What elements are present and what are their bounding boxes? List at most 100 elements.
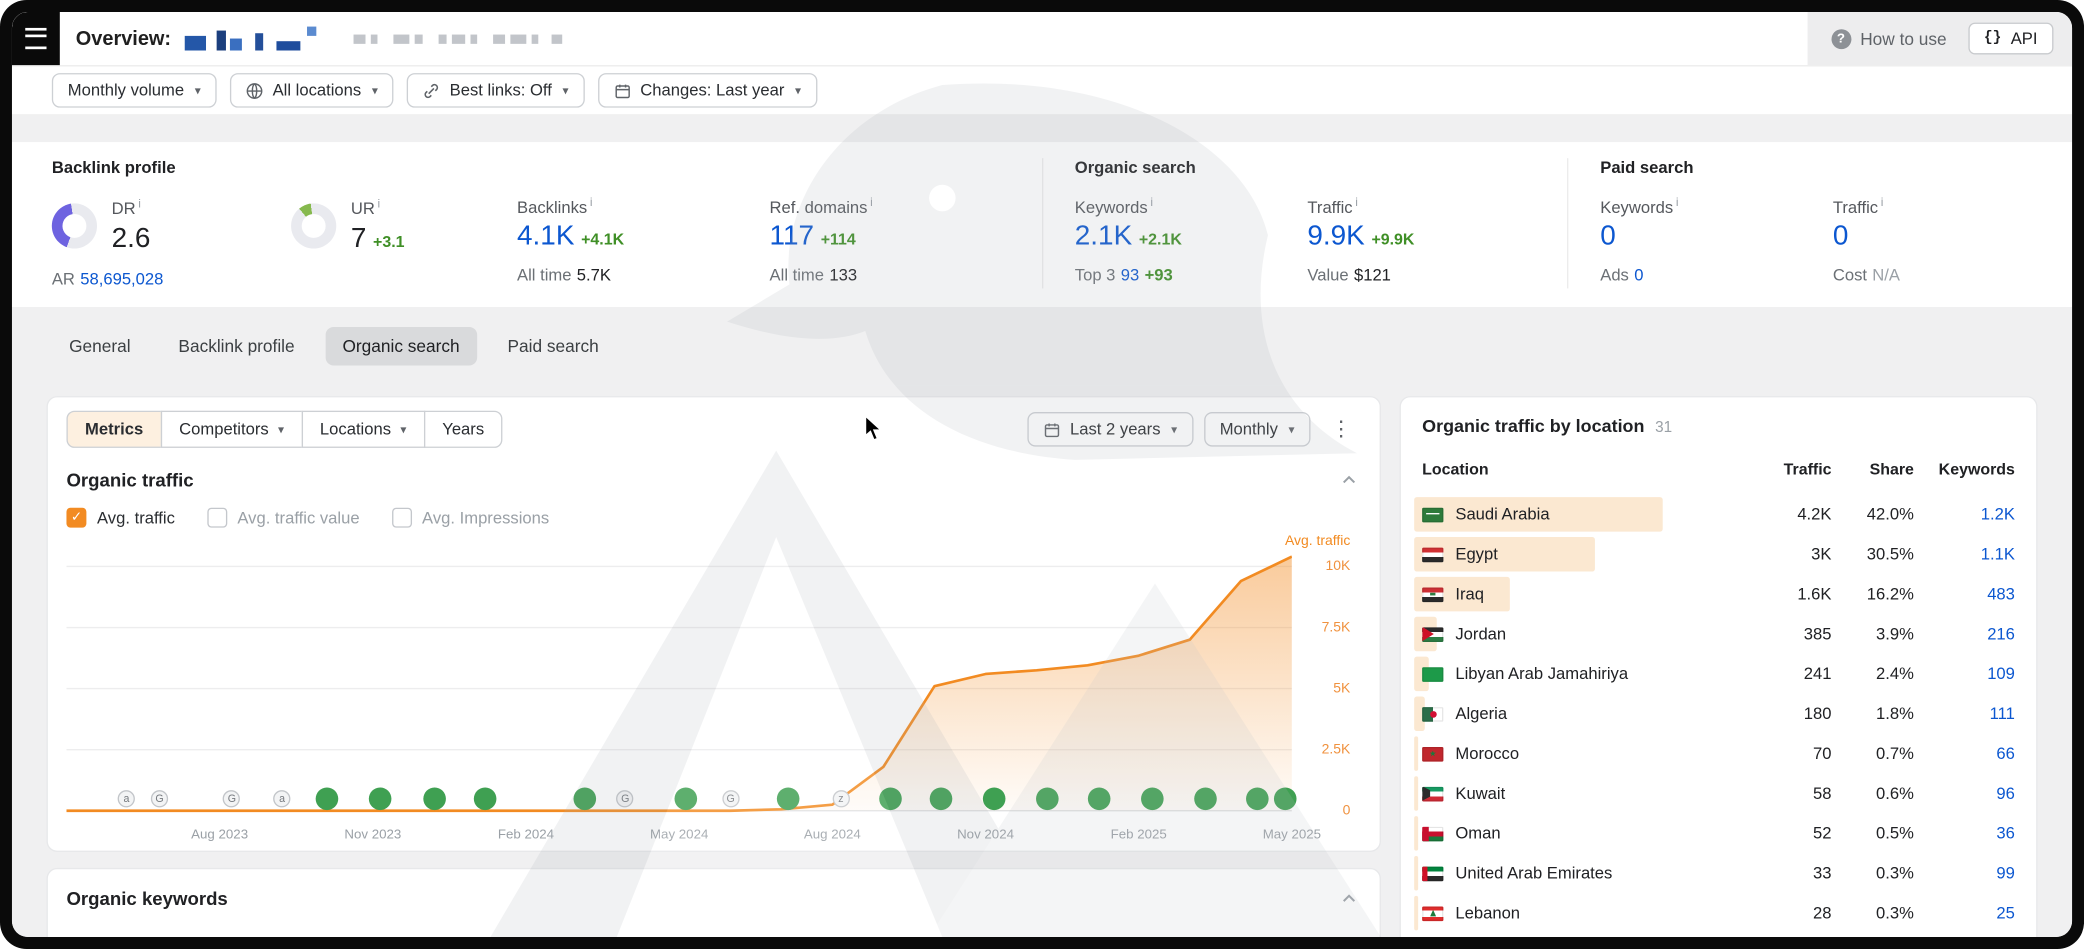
column-share[interactable]: Share [1831, 460, 1913, 479]
avg-traffic-value-checkbox[interactable]: Avg. traffic value [207, 508, 360, 528]
location-table-row[interactable]: Morocco 70 0.7% 66 [1422, 734, 2015, 774]
collapse-chevron-icon[interactable] [1337, 889, 1361, 908]
google-update-marker[interactable] [574, 787, 597, 810]
google-update-marker[interactable] [1035, 787, 1058, 810]
keywords-link[interactable]: 1.2K [1914, 505, 2015, 524]
y-axis-tick: 2.5K [1322, 742, 1351, 758]
location-table-row[interactable]: Lebanon 28 0.3% 25 [1422, 893, 2015, 933]
best-links-filter-button[interactable]: Best links: Off ▾ [407, 73, 584, 108]
avg-impressions-checkbox[interactable]: Avg. Impressions [391, 508, 549, 528]
country-name: United Arab Emirates [1455, 864, 1612, 883]
location-table-row[interactable]: Saudi Arabia 4.2K 42.0% 1.2K [1422, 494, 2015, 534]
timeline-note-marker[interactable]: z [832, 790, 849, 807]
google-update-marker[interactable] [777, 787, 800, 810]
google-update-marker[interactable] [369, 787, 392, 810]
organic-traffic-value[interactable]: 9.9K [1307, 221, 1364, 252]
api-button[interactable]: {} API [1968, 23, 2054, 55]
paid-keywords-value[interactable]: 0 [1600, 221, 1616, 252]
organic-keywords-card: Organic keywords [47, 868, 1381, 937]
timeline-note-marker[interactable]: G [151, 790, 168, 807]
location-table-row[interactable]: Oman 52 0.5% 36 [1422, 813, 2015, 853]
segment-metrics[interactable]: Metrics [66, 411, 161, 448]
metric-organic-traffic: Traffici 9.9K+9.9K Value$121 [1307, 195, 1553, 284]
column-location[interactable]: Location [1422, 460, 1749, 479]
google-update-marker[interactable] [474, 787, 497, 810]
collapse-chevron-icon[interactable] [1337, 471, 1361, 490]
tab-organic-search[interactable]: Organic search [325, 327, 477, 366]
chevron-down-icon: ▾ [1171, 422, 1177, 437]
keywords-link[interactable]: 483 [1914, 585, 2015, 604]
google-update-marker[interactable] [1141, 787, 1164, 810]
location-table-row[interactable]: Algeria 180 1.8% 111 [1422, 694, 2015, 734]
chart-plot-area[interactable]: aGGaGGz [66, 538, 1291, 824]
timeline-note-marker[interactable]: G [617, 790, 634, 807]
volume-filter-button[interactable]: Monthly volume ▾ [52, 73, 217, 108]
column-traffic[interactable]: Traffic [1749, 460, 1831, 479]
google-update-marker[interactable] [1194, 787, 1217, 810]
keywords-link[interactable]: 99 [1914, 864, 2015, 883]
traffic-value: 33 [1749, 864, 1831, 883]
ar-rank-link[interactable]: 58,695,028 [80, 270, 163, 289]
info-icon[interactable]: i [1676, 195, 1679, 208]
location-table-row[interactable]: Egypt 3K 30.5% 1.1K [1422, 534, 2015, 574]
location-table-row[interactable]: Iraq 1.6K 16.2% 483 [1422, 574, 2015, 614]
google-update-marker[interactable] [930, 787, 953, 810]
share-bar [1414, 856, 1418, 891]
location-table-row[interactable]: United Arab Emirates 33 0.3% 99 [1422, 853, 2015, 893]
keywords-link[interactable]: 109 [1914, 665, 2015, 684]
location-table-row[interactable]: Jordan 385 3.9% 216 [1422, 614, 2015, 654]
changes-filter-button[interactable]: Changes: Last year ▾ [598, 73, 817, 108]
more-options-icon[interactable]: ⋮ [1321, 413, 1361, 445]
date-range-button[interactable]: Last 2 years ▾ [1027, 412, 1193, 447]
column-keywords[interactable]: Keywords [1914, 460, 2015, 479]
info-icon[interactable]: i [590, 195, 593, 208]
google-update-marker[interactable] [983, 787, 1006, 810]
timeline-note-marker[interactable]: G [722, 790, 739, 807]
keywords-link[interactable]: 25 [1914, 904, 2015, 923]
metrics-summary: Backlink profile DRi 2.6 AR58,695,028 [12, 142, 2072, 307]
info-icon[interactable]: i [378, 197, 381, 210]
how-to-use-button[interactable]: ? How to use [1831, 29, 1947, 49]
segment-years[interactable]: Years [424, 411, 503, 448]
google-update-marker[interactable] [1246, 787, 1269, 810]
top3-link[interactable]: 93 [1121, 266, 1139, 285]
keywords-link[interactable]: 216 [1914, 625, 2015, 644]
paid-traffic-value[interactable]: 0 [1833, 221, 1849, 252]
sidebar-toggle[interactable] [12, 12, 60, 65]
timeline-note-marker[interactable]: a [273, 790, 290, 807]
tab-paid-search[interactable]: Paid search [490, 327, 616, 366]
info-icon[interactable]: i [138, 197, 141, 210]
location-table-row[interactable]: Kuwait 58 0.6% 96 [1422, 774, 2015, 814]
google-update-marker[interactable] [674, 787, 697, 810]
metric-label: Backlinksi [517, 195, 770, 216]
info-icon[interactable]: i [870, 195, 873, 208]
google-update-marker[interactable] [879, 787, 902, 810]
info-icon[interactable]: i [1355, 195, 1358, 208]
segment-locations[interactable]: Locations▾ [301, 411, 425, 448]
avg-traffic-checkbox[interactable]: ✓ Avg. traffic [66, 508, 174, 528]
keywords-link[interactable]: 66 [1914, 744, 2015, 763]
organic-keywords-value[interactable]: 2.1K [1075, 221, 1132, 252]
timeline-note-marker[interactable]: G [223, 790, 240, 807]
info-icon[interactable]: i [1881, 195, 1884, 208]
keywords-link[interactable]: 96 [1914, 784, 2015, 803]
keywords-link[interactable]: 1.1K [1914, 545, 2015, 564]
google-update-marker[interactable] [423, 787, 446, 810]
tab-general[interactable]: General [52, 327, 148, 366]
google-update-marker[interactable] [316, 787, 339, 810]
keywords-link[interactable]: 111 [1914, 704, 2015, 723]
organic-keywords-header: Organic keywords [66, 888, 1361, 909]
view-segmented-control: Metrics Competitors▾ Locations▾ Years [66, 411, 502, 448]
share-value: 3.9% [1831, 625, 1913, 644]
segment-competitors[interactable]: Competitors▾ [161, 411, 303, 448]
tab-backlink-profile[interactable]: Backlink profile [161, 327, 312, 366]
changes-filter-label: Changes: Last year [640, 81, 784, 100]
google-update-marker[interactable] [1088, 787, 1111, 810]
share-value: 0.7% [1831, 744, 1913, 763]
info-icon[interactable]: i [1150, 195, 1153, 208]
locations-filter-button[interactable]: All locations ▾ [230, 73, 394, 108]
timeline-note-marker[interactable]: a [118, 790, 135, 807]
location-table-row[interactable]: Libyan Arab Jamahiriya 241 2.4% 109 [1422, 654, 2015, 694]
keywords-link[interactable]: 36 [1914, 824, 2015, 843]
granularity-button[interactable]: Monthly ▾ [1204, 412, 1311, 447]
